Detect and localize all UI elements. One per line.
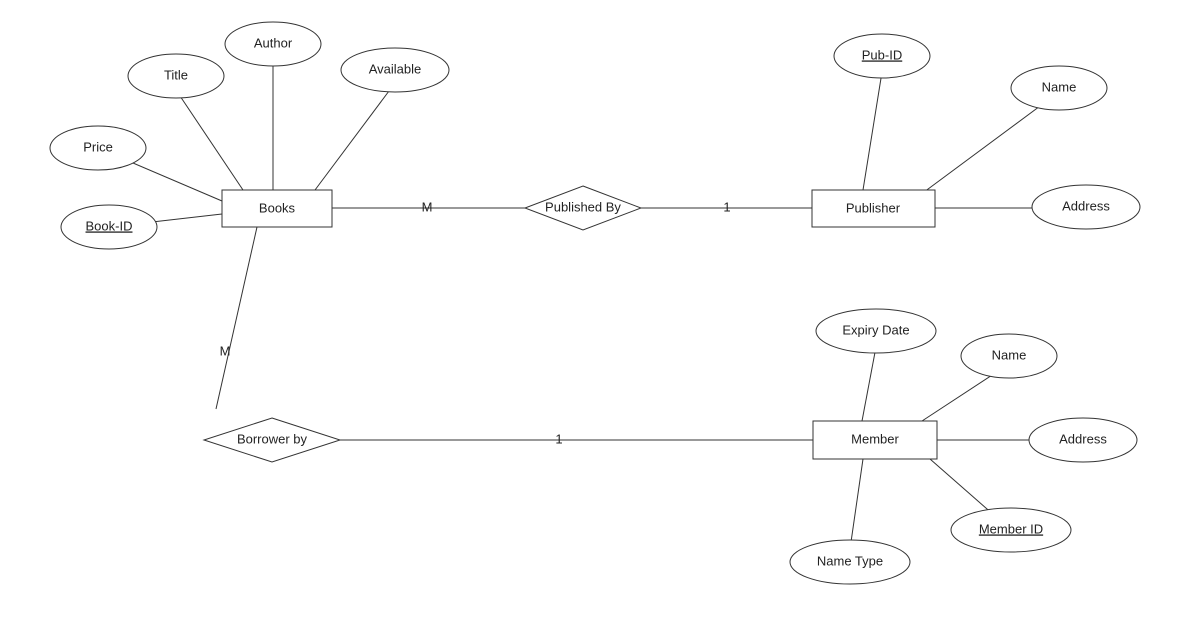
attr-author-label: Author — [254, 35, 293, 50]
attr-title-label: Title — [164, 67, 188, 82]
attr-book-id-label: Book-ID — [86, 218, 133, 233]
attr-name-type-label: Name Type — [817, 553, 883, 568]
attr-available-label: Available — [369, 61, 422, 76]
card-published-right: 1 — [723, 199, 730, 214]
card-borrower-left: M — [220, 343, 231, 358]
entity-publisher-label: Publisher — [846, 200, 901, 215]
card-borrower-right: 1 — [555, 431, 562, 446]
card-published-left: M — [422, 199, 433, 214]
attr-pub-name-label: Name — [1042, 79, 1077, 94]
conn-title — [176, 90, 243, 190]
attr-member-id-label: Member ID — [979, 521, 1043, 536]
conn-expiry — [862, 347, 876, 421]
conn-name-type — [850, 459, 863, 549]
attr-price-label: Price — [83, 139, 113, 154]
attr-expiry-date-label: Expiry Date — [842, 322, 909, 337]
er-diagram: Books Book-ID Price Title Author Availab… — [0, 0, 1189, 636]
conn-pub-id — [863, 72, 882, 190]
attr-pub-address-label: Address — [1062, 198, 1110, 213]
conn-books-borrower — [216, 227, 257, 409]
rel-borrower-by-label: Borrower by — [237, 431, 308, 446]
attr-member-name-label: Name — [992, 347, 1027, 362]
conn-available — [315, 83, 395, 190]
entity-books-label: Books — [259, 200, 296, 215]
attr-pub-id-label: Pub-ID — [862, 47, 902, 62]
attr-member-address-label: Address — [1059, 431, 1107, 446]
entity-member-label: Member — [851, 431, 899, 446]
rel-published-by-label: Published By — [545, 199, 621, 214]
